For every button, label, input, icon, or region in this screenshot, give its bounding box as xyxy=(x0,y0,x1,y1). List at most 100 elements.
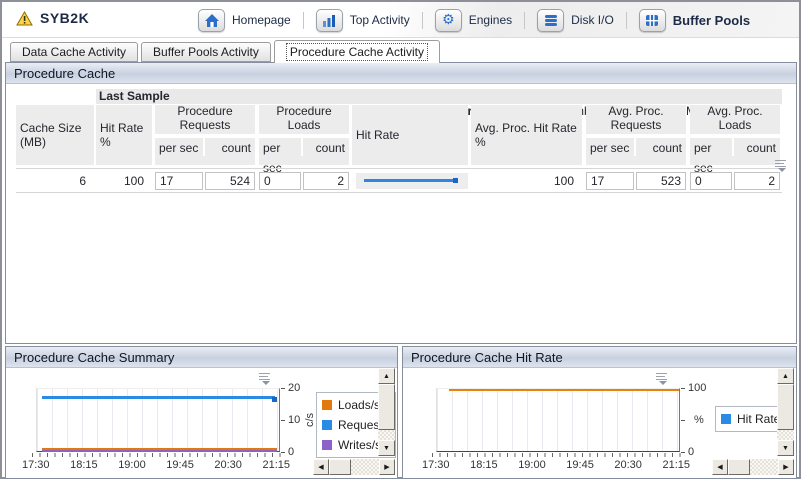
series-requests-endpoint xyxy=(272,397,277,402)
group-header-time-range: Time Range Period: Monday, November 2, 2… xyxy=(352,89,782,118)
x-tick-label: 19:45 xyxy=(166,459,194,471)
scrollbar-track[interactable] xyxy=(378,430,395,440)
subheader-per-sec: per sec xyxy=(586,136,634,156)
tab-procedure-cache-activity[interactable]: Procedure Cache Activity xyxy=(273,40,440,63)
cell-avg-requests-per-sec: 17 xyxy=(586,172,634,190)
vertical-scrollbar[interactable]: ▲ ▼ xyxy=(777,368,794,456)
procedure-cache-table: Last Sample Time Range Period: Monday, N… xyxy=(16,89,782,195)
nav-separator xyxy=(302,11,304,29)
tab-data-cache-activity[interactable]: Data Cache Activity xyxy=(10,42,139,62)
cell-proc-requests-count: 524 xyxy=(205,172,255,190)
panel-title: Procedure Cache Summary xyxy=(6,347,397,368)
scroll-right-button[interactable]: ▶ xyxy=(778,459,794,475)
col-header-proc-requests: Procedure Requests xyxy=(155,104,255,134)
legend-item-hit-rate: Hit Rate xyxy=(721,412,778,426)
y-tick xyxy=(681,420,685,421)
nav-label: Top Activity xyxy=(349,13,410,27)
cell-cache-size: 6 xyxy=(16,171,94,191)
tab-bar: Data Cache Activity Buffer Pools Activit… xyxy=(10,40,440,63)
y-tick xyxy=(281,420,285,421)
panel-title: Procedure Cache Hit Rate xyxy=(403,347,796,368)
main-navigation: Homepage Top Activity ⚙ Engines Disk I/O… xyxy=(198,2,750,38)
scroll-down-button[interactable]: ▼ xyxy=(777,440,794,456)
row-divider xyxy=(16,168,782,169)
nav-separator xyxy=(625,11,627,29)
warning-icon xyxy=(16,10,33,25)
scrollbar-track[interactable] xyxy=(750,459,778,475)
scroll-up-button[interactable]: ▲ xyxy=(777,368,794,384)
legend-swatch xyxy=(322,440,332,450)
col-header-hit-rate: Hit Rate % xyxy=(96,105,152,165)
scrollbar-thumb[interactable] xyxy=(329,459,351,475)
series-writes-line xyxy=(42,450,277,452)
procedure-cache-panel: Procedure Cache Last Sample Time Range P… xyxy=(5,62,797,344)
x-tick-label: 21:15 xyxy=(662,459,690,471)
nav-item-top-activity[interactable]: Top Activity xyxy=(315,8,410,32)
x-tick-label: 19:00 xyxy=(118,459,146,471)
nav-label: Homepage xyxy=(232,13,291,27)
x-tick-label: 19:45 xyxy=(566,459,594,471)
scroll-left-button[interactable]: ◀ xyxy=(313,459,329,475)
horizontal-scrollbar[interactable]: ◀ ▶ xyxy=(313,459,395,475)
subheader-per-sec: per sec xyxy=(690,136,732,175)
x-tick-label: 19:00 xyxy=(518,459,546,471)
col-header-avg-hit-rate: Avg. Proc. Hit Rate % xyxy=(471,105,582,165)
x-tick-label: 18:15 xyxy=(470,459,498,471)
scrollbar-track[interactable] xyxy=(351,459,379,475)
subheader-per-sec: per sec xyxy=(259,136,301,175)
nav-item-buffer-pools[interactable]: Buffer Pools xyxy=(638,8,751,32)
hit-rate-chart: 100 0 % 17:30 18:15 19:00 19:45 20:30 21… xyxy=(403,368,796,478)
vertical-scrollbar[interactable]: ▲ ▼ xyxy=(378,368,395,456)
nav-item-homepage[interactable]: Homepage xyxy=(198,8,291,32)
y-tick-label: 10 xyxy=(288,414,301,426)
chart-legend: Hit Rate xyxy=(715,406,779,432)
scroll-up-button[interactable]: ▲ xyxy=(378,368,395,384)
nav-item-engines[interactable]: ⚙ Engines xyxy=(434,8,513,32)
scrollbar-track[interactable] xyxy=(777,430,794,440)
legend-swatch xyxy=(322,420,332,430)
scroll-right-button[interactable]: ▶ xyxy=(379,459,395,475)
tab-buffer-pools-activity[interactable]: Buffer Pools Activity xyxy=(141,42,271,62)
cell-avg-hit-rate: 100 xyxy=(471,171,582,191)
subheader-per-sec: per sec xyxy=(155,136,203,156)
col-header-hit-rate-graph: Hit Rate xyxy=(352,105,468,165)
scrollbar-thumb[interactable] xyxy=(728,459,750,475)
x-tick-label: 21:15 xyxy=(262,459,290,471)
nav-label: Engines xyxy=(468,13,513,27)
nav-label: Buffer Pools xyxy=(672,12,751,28)
x-tick-label: 18:15 xyxy=(70,459,98,471)
nav-separator xyxy=(524,11,526,29)
x-axis-ticks xyxy=(32,453,284,457)
col-header-cache-size: Cache Size (MB) xyxy=(16,105,94,165)
legend-label: Loads/s xyxy=(338,398,381,412)
series-requests-line xyxy=(42,396,275,399)
scrollbar-thumb[interactable] xyxy=(777,384,794,430)
hit-rate-sparkline xyxy=(356,173,468,189)
chart-menu-icon[interactable] xyxy=(655,372,669,385)
tab-label: Procedure Cache Activity xyxy=(285,43,428,61)
scroll-down-button[interactable]: ▼ xyxy=(378,440,395,456)
procedure-cache-summary-panel: Procedure Cache Summary 20 10 0 c/s 17:3… xyxy=(5,346,398,479)
col-header-avg-loads: Avg. Proc. Loads xyxy=(690,104,780,134)
scrollbar-thumb[interactable] xyxy=(378,384,395,430)
group-header-last-sample: Last Sample xyxy=(96,89,352,104)
horizontal-scrollbar[interactable]: ◀ ▶ xyxy=(712,459,794,475)
table-menu-icon[interactable] xyxy=(774,159,788,172)
legend-label: Hit Rate xyxy=(737,412,779,426)
legend-label: Writes/s xyxy=(338,438,382,452)
x-axis-labels: 17:30 18:15 19:00 19:45 20:30 21:15 xyxy=(22,459,290,471)
home-icon xyxy=(198,8,225,32)
legend-swatch xyxy=(322,400,332,410)
cell-proc-loads-count: 2 xyxy=(303,172,349,190)
chart-menu-icon[interactable] xyxy=(258,372,272,385)
cell-avg-requests-count: 523 xyxy=(636,172,686,190)
scroll-left-button[interactable]: ◀ xyxy=(712,459,728,475)
y-tick-label: 0 xyxy=(288,446,295,458)
y-tick-label: 20 xyxy=(288,382,301,394)
header-filler xyxy=(155,156,255,165)
row-divider xyxy=(16,192,782,193)
header-filler xyxy=(690,156,780,165)
nav-item-disk-io[interactable]: Disk I/O xyxy=(537,8,614,32)
col-header-avg-requests: Avg. Proc. Requests xyxy=(586,104,686,134)
procedure-cache-hit-rate-panel: Procedure Cache Hit Rate 100 0 % 17:30 1… xyxy=(402,346,797,479)
